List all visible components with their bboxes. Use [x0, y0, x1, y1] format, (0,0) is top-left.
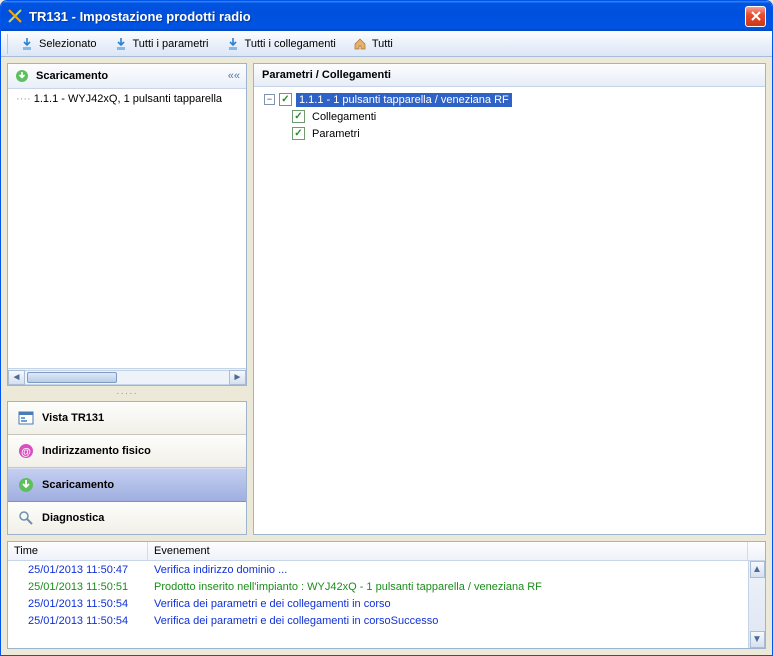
toolbar-all-params-label: Tutti i parametri: [133, 38, 209, 50]
nav-indirizzamento[interactable]: @ Indirizzamento fisico: [8, 435, 246, 468]
params-panel: Parametri / Collegamenti − 1.1.1 - 1 pul…: [253, 63, 766, 535]
params-tree[interactable]: − 1.1.1 - 1 pulsanti tapparella / venezi…: [254, 87, 765, 534]
scroll-thumb[interactable]: [27, 372, 117, 383]
addressing-icon: @: [18, 443, 34, 459]
download-tree[interactable]: ···· 1.1.1 - WYJ42xQ, 1 pulsanti tappare…: [8, 89, 246, 368]
tree-node-params[interactable]: Parametri: [258, 125, 761, 142]
log-row[interactable]: 25/01/2013 11:50:54Verifica dei parametr…: [8, 595, 748, 612]
nav-list: Vista TR131 @ Indirizzamento fisico Scar…: [7, 401, 247, 535]
nav-vista-label: Vista TR131: [42, 412, 104, 424]
download-panel-title: Scaricamento: [36, 70, 108, 82]
log-cell-time: 25/01/2013 11:50:54: [8, 614, 148, 628]
tree-label-params[interactable]: Parametri: [309, 127, 363, 141]
tree-label-links[interactable]: Collegamenti: [309, 110, 379, 124]
log-row[interactable]: 25/01/2013 11:50:54Verifica dei parametr…: [8, 612, 748, 629]
params-panel-header: Parametri / Collegamenti: [254, 64, 765, 87]
download-panel-header: Scaricamento ««: [8, 64, 246, 89]
download-panel: Scaricamento «« ···· 1.1.1 - WYJ42xQ, 1 …: [7, 63, 247, 386]
tree-label-root[interactable]: 1.1.1 - 1 pulsanti tapparella / venezian…: [296, 93, 512, 107]
log-col-time[interactable]: Time: [8, 542, 148, 560]
tree-check-root[interactable]: [279, 93, 292, 106]
log-cell-event: Prodotto inserito nell'impianto : WYJ42x…: [148, 580, 748, 594]
toolbar-all-label: Tutti: [372, 38, 393, 50]
log-col-event[interactable]: Evenement: [148, 542, 748, 560]
toolbar-selected-label: Selezionato: [39, 38, 97, 50]
splitter[interactable]: [7, 390, 247, 397]
horizontal-scrollbar[interactable]: ◄ ►: [8, 368, 246, 385]
log-header: Time Evenement: [8, 542, 765, 561]
log-cell-event: Verifica indirizzo dominio ...: [148, 563, 748, 577]
log-vscrollbar[interactable]: ▲ ▼: [748, 561, 765, 648]
scroll-track[interactable]: [25, 370, 229, 385]
log-rows[interactable]: 25/01/2013 11:50:47Verifica indirizzo do…: [8, 561, 748, 648]
log-cell-event: Verifica dei parametri e dei collegament…: [148, 597, 748, 611]
right-column: Parametri / Collegamenti − 1.1.1 - 1 pul…: [253, 63, 766, 535]
log-row[interactable]: 25/01/2013 11:50:47Verifica indirizzo do…: [8, 561, 748, 578]
left-column: Scaricamento «« ···· 1.1.1 - WYJ42xQ, 1 …: [7, 63, 247, 535]
nav-vista[interactable]: Vista TR131: [8, 402, 246, 435]
app-icon: [7, 8, 23, 24]
window-title: TR131 - Impostazione prodotti radio: [29, 9, 745, 24]
diagnostics-icon: [18, 510, 34, 526]
toolbar-all-links[interactable]: Tutti i collegamenti: [218, 32, 343, 56]
toolbar-all-links-label: Tutti i collegamenti: [245, 38, 336, 50]
log-cell-time: 25/01/2013 11:50:51: [8, 580, 148, 594]
log-cell-time: 25/01/2013 11:50:47: [8, 563, 148, 577]
main-area: Scaricamento «« ···· 1.1.1 - WYJ42xQ, 1 …: [1, 57, 772, 541]
nav-diagnostica-label: Diagnostica: [42, 512, 104, 524]
log-panel: Time Evenement 25/01/2013 11:50:47Verifi…: [7, 541, 766, 649]
download-icon: [14, 68, 30, 84]
tree-check-params[interactable]: [292, 127, 305, 140]
log-row[interactable]: 25/01/2013 11:50:51Prodotto inserito nel…: [8, 578, 748, 595]
download-tree-item[interactable]: ···· 1.1.1 - WYJ42xQ, 1 pulsanti tappare…: [8, 89, 246, 109]
scroll-left-arrow[interactable]: ◄: [8, 370, 25, 385]
log-cell-time: 25/01/2013 11:50:54: [8, 597, 148, 611]
vista-icon: [18, 410, 34, 426]
toolbar-selected[interactable]: Selezionato: [12, 32, 104, 56]
download-params-icon: [113, 36, 129, 52]
nav-diagnostica[interactable]: Diagnostica: [8, 502, 246, 534]
nav-indirizzamento-label: Indirizzamento fisico: [42, 445, 151, 457]
home-icon: [352, 36, 368, 52]
collapse-toggle[interactable]: ««: [228, 70, 240, 82]
tree-toggle-root[interactable]: −: [264, 94, 275, 105]
titlebar: TR131 - Impostazione prodotti radio: [1, 1, 772, 31]
log-scroll-up[interactable]: ▲: [750, 561, 765, 578]
download-nav-icon: [18, 477, 34, 493]
tree-node-links[interactable]: Collegamenti: [258, 108, 761, 125]
toolbar: Selezionato Tutti i parametri Tutti i co…: [1, 31, 772, 57]
window: TR131 - Impostazione prodotti radio Sele…: [0, 0, 773, 656]
nav-scaricamento[interactable]: Scaricamento: [8, 468, 246, 502]
download-links-icon: [225, 36, 241, 52]
toolbar-all-params[interactable]: Tutti i parametri: [106, 32, 216, 56]
nav-scaricamento-label: Scaricamento: [42, 479, 114, 491]
tree-check-links[interactable]: [292, 110, 305, 123]
svg-text:@: @: [21, 447, 31, 458]
tree-node-root[interactable]: − 1.1.1 - 1 pulsanti tapparella / venezi…: [258, 91, 761, 108]
close-button[interactable]: [745, 6, 766, 27]
log-cell-event: Verifica dei parametri e dei collegament…: [148, 614, 748, 628]
toolbar-all[interactable]: Tutti: [345, 32, 400, 56]
scroll-right-arrow[interactable]: ►: [229, 370, 246, 385]
log-scroll-down[interactable]: ▼: [750, 631, 765, 648]
download-selected-icon: [19, 36, 35, 52]
